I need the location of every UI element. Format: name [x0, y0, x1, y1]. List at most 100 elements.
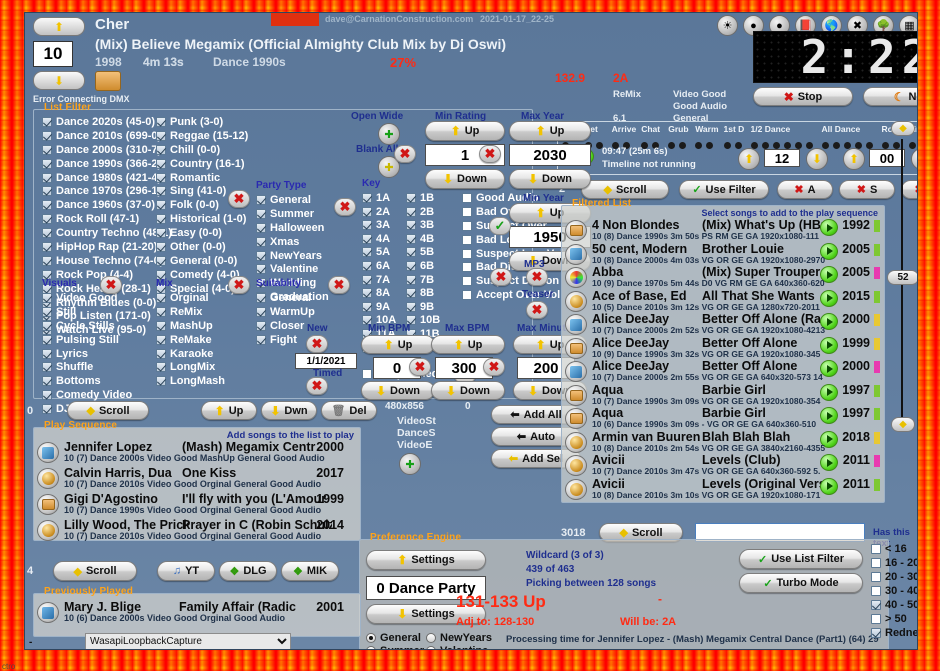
play-sequence-row[interactable]: Gigi D'Agostino I'll fly with you (L'Amou… [34, 492, 360, 518]
key-checkbox[interactable]: 8B [406, 287, 440, 299]
genre-checkbox[interactable]: Rock Roll (47-1) [42, 213, 172, 225]
stop-button[interactable]: ✖ Stop [753, 87, 853, 106]
new-date-value[interactable]: 1/1/2021 [295, 353, 357, 369]
age-range-checkbox[interactable]: 20 - 30 [871, 571, 917, 583]
rating-value-box[interactable]: 10 [33, 41, 73, 67]
select-some-button[interactable]: ✖ S [839, 180, 895, 199]
use-filter-button[interactable]: ✓ Use Filter [679, 180, 769, 199]
side-scroll-thumb[interactable]: 52 [887, 270, 917, 285]
clear-bpm-button[interactable]: ✖ [409, 358, 431, 376]
mix-checkbox[interactable]: ReMake [156, 334, 225, 346]
bottom-scroll-button[interactable]: ◆ Scroll [53, 561, 137, 581]
genre-checkbox[interactable]: Historical (1-0) [156, 213, 248, 225]
max-bpm-down-button[interactable]: Down [431, 381, 505, 400]
video-markers-expand-button[interactable]: ✚ [399, 453, 421, 475]
key-checkbox[interactable]: 2A [362, 206, 396, 218]
key-checkbox[interactable]: 8A [362, 287, 396, 299]
clear-teaser-button[interactable]: ✖ [526, 268, 548, 286]
clear-max-year-button[interactable]: ✖ [479, 145, 501, 163]
genre-checkbox[interactable]: Dance 2000s (310-7) [42, 144, 172, 156]
genre-checkbox[interactable]: Punk (3-0) [156, 116, 248, 128]
turbo-mode-button[interactable]: ✓ Turbo Mode [739, 573, 863, 593]
timeline-phase[interactable]: Warm [695, 124, 719, 154]
filtered-list-row[interactable]: Alice DeeJay Better Off Alone 1999 10 (9) D… [562, 336, 884, 360]
age-range-checkbox[interactable]: 16 - 20 [871, 557, 917, 569]
settings-up-button[interactable]: Settings [366, 550, 486, 570]
genre-checkbox[interactable]: Country (16-1) [156, 158, 248, 170]
header-folder-button[interactable] [95, 71, 121, 91]
youtube-button[interactable]: ♫ YT [157, 561, 215, 581]
genre-checkbox[interactable]: House Techno (74-0) [42, 255, 172, 267]
max-year-value[interactable]: 2030 [509, 144, 591, 166]
mik-button[interactable]: ❖ MIK [281, 561, 339, 581]
min-rating-down-button[interactable]: Down [425, 169, 505, 189]
filtered-list-row[interactable]: Aqua Barbie Girl 1997 10 (6) Dance 1990s 3m… [562, 406, 884, 430]
filtered-list-row[interactable]: Abba (Mix) Super Trouper (Ku 2005 10 (9) Da… [562, 265, 884, 289]
quality-checkbox[interactable]: Suspect Distion [462, 275, 563, 287]
confirm-min-year-button[interactable]: ✓ [489, 217, 511, 235]
genre-checkbox[interactable]: Country Techno (48-1) [42, 227, 172, 239]
genre-checkbox[interactable]: Dance 1980s (421-4) [42, 172, 172, 184]
filtered-list-row[interactable]: Aqua Barbie Girl 1997 10 (7) Dance 1990s 3m… [562, 383, 884, 407]
key-checkbox[interactable]: 4A [362, 233, 396, 245]
visual-checkbox[interactable]: Shuffle [42, 361, 132, 373]
party-checkbox[interactable]: Valentine [256, 263, 329, 275]
mix-checkbox[interactable]: LongMash [156, 375, 225, 387]
header-up-button[interactable] [33, 17, 85, 37]
genre-checkbox[interactable]: Dance 2010s (699-0) [42, 130, 172, 142]
genre-checkbox[interactable]: Dance 1960s (37-0) [42, 199, 172, 211]
key-checkbox[interactable]: 9B [406, 301, 440, 313]
age-range-checkbox[interactable]: < 16 [871, 543, 917, 555]
min-bpm-up-button[interactable]: Up [361, 335, 435, 354]
sequence-up-button[interactable]: Up [201, 401, 257, 420]
lights-icon[interactable]: ☀ [717, 15, 738, 36]
filtered-scroll-button[interactable]: ◆ Scroll [581, 180, 669, 199]
age-range-checkbox[interactable]: > 50 [871, 613, 917, 625]
genre-checkbox[interactable]: Dance 1970s (296-1) [42, 185, 172, 197]
teaser-toggle-button[interactable]: ✖ [526, 301, 548, 319]
party-radio[interactable]: Valentine [426, 645, 499, 649]
genre-checkbox[interactable]: HipHop Rap (21-20) [42, 241, 172, 253]
clear-party-button[interactable]: ✖ [334, 198, 356, 216]
sequence-down-button[interactable]: Dwn [261, 401, 317, 420]
play-sequence-row[interactable]: Lilly Wood, The Prick Prayer in C (Robin … [34, 518, 360, 544]
filtered-list-row[interactable]: 50 cent, Modern Brother Louie 2005 10 (8) D… [562, 242, 884, 266]
key-checkbox[interactable]: 7B [406, 274, 440, 286]
visual-checkbox[interactable]: Comedy Video [42, 389, 132, 401]
key-checkbox[interactable]: 5B [406, 246, 440, 258]
play-sequence-row[interactable]: Calvin Harris, Dua One Kiss 2017 10 (7) Dan… [34, 466, 360, 492]
key-checkbox[interactable]: 6A [362, 260, 396, 272]
key-checkbox[interactable]: 10B [406, 314, 440, 326]
suitability-checkbox[interactable]: WarmUp [256, 306, 315, 318]
visual-checkbox[interactable]: Lyrics [42, 348, 132, 360]
key-checkbox[interactable]: 5A [362, 246, 396, 258]
suitability-checkbox[interactable]: Closer [256, 320, 315, 332]
filtered-list-row[interactable]: Avicii Levels (Original Version 2011 10 (8)… [562, 477, 884, 501]
clear-max-minutes-button[interactable]: ✖ [483, 358, 505, 376]
party-checkbox[interactable]: Halloween [256, 222, 329, 234]
party-checkbox[interactable]: Xmas [256, 236, 329, 248]
min-bpm-down-button[interactable]: Down [361, 381, 435, 400]
party-radio[interactable]: Summer [366, 645, 434, 649]
genre-checkbox[interactable]: Easy (0-0) [156, 227, 248, 239]
side-scroll-down-button[interactable]: ◆ [891, 417, 915, 439]
key-checkbox[interactable]: 4B [406, 233, 440, 245]
previously-played-row[interactable]: Mary J. Blige Family Affair (Radic 2001 … [34, 600, 360, 626]
min-rating-up-button[interactable]: Up [425, 121, 505, 141]
header-down-button[interactable] [33, 71, 85, 91]
mix-checkbox[interactable]: LongMix [156, 361, 225, 373]
side-scroll-up-button[interactable]: ◆ [891, 121, 915, 143]
age-range-checkbox[interactable]: 30 - 40 [871, 585, 917, 597]
visual-checkbox[interactable]: Cycle Stills [42, 320, 132, 332]
genre-checkbox[interactable]: Romantic [156, 172, 248, 184]
party-checkbox[interactable]: Summer [256, 208, 329, 220]
key-checkbox[interactable]: 9A [362, 301, 396, 313]
select-all-button[interactable]: ✖ A [777, 180, 833, 199]
party-checkbox[interactable]: General [256, 194, 329, 206]
genre-checkbox[interactable]: Chill (0-0) [156, 144, 248, 156]
party-radio[interactable]: General [366, 632, 434, 644]
key-checkbox[interactable]: 3A [362, 219, 396, 231]
timed-toggle-button[interactable]: ✖ [306, 377, 328, 395]
clear-suitability-button[interactable]: ✖ [328, 276, 350, 294]
clear-genres-button[interactable]: ✖ [228, 190, 250, 208]
